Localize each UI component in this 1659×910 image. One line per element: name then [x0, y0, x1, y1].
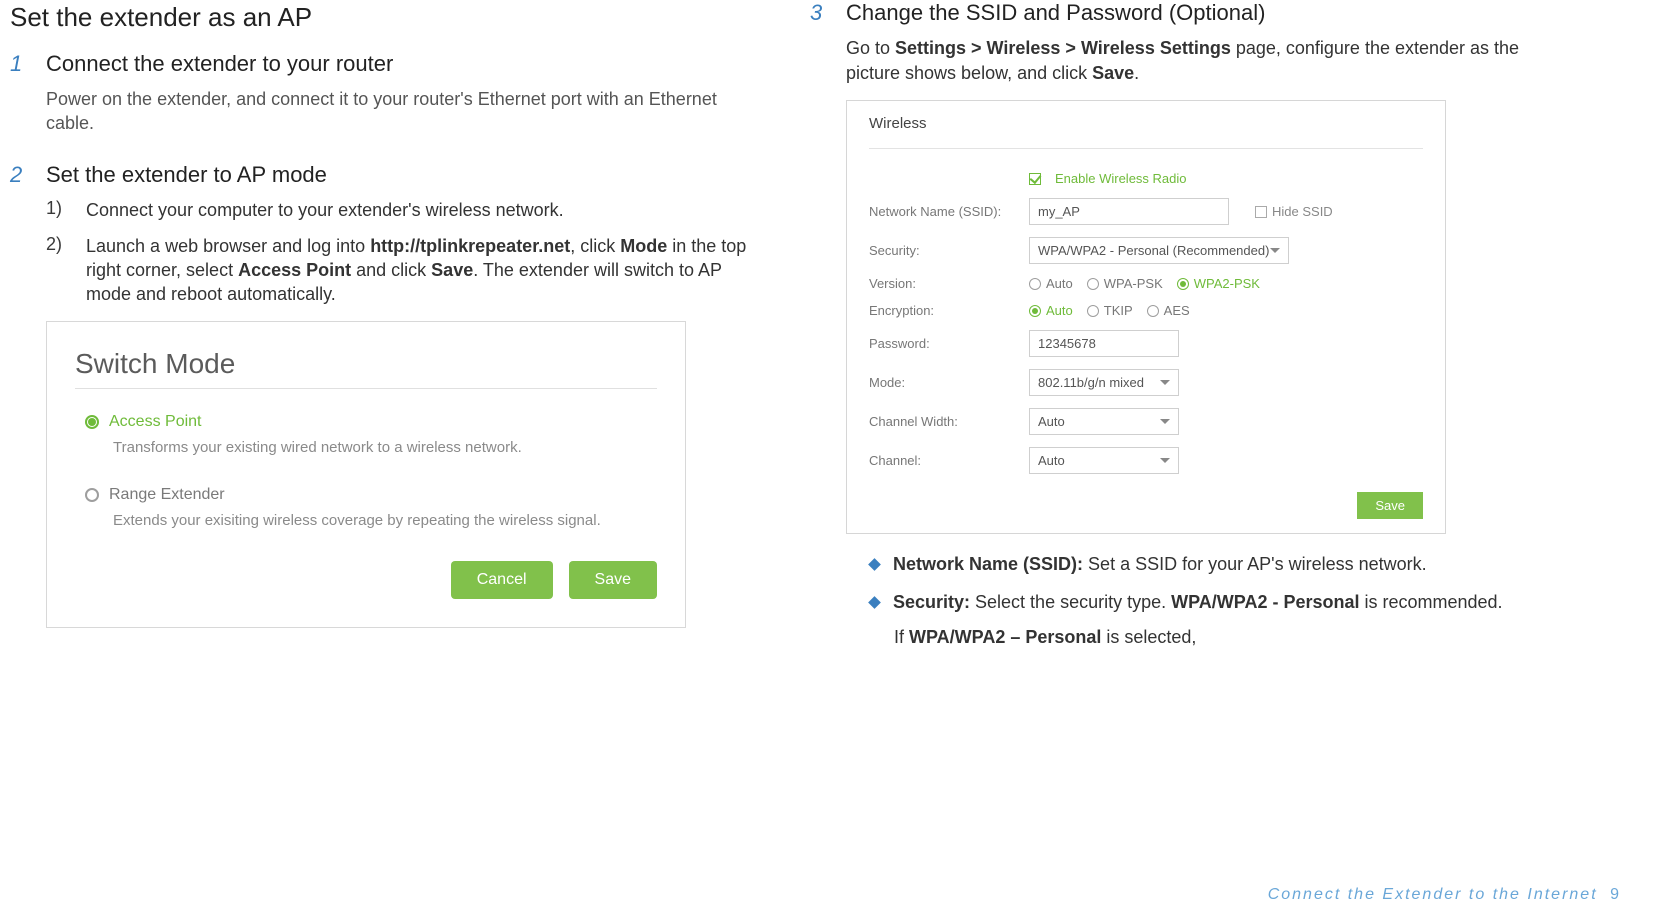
text: .	[1134, 63, 1139, 83]
chevron-down-icon	[1160, 380, 1170, 385]
channel-label: Channel:	[869, 453, 1029, 468]
security-select[interactable]: WPA/WPA2 - Personal (Recommended)	[1029, 237, 1289, 264]
note-security-label: Security:	[893, 592, 970, 612]
step-3-title: Change the SSID and Password (Optional)	[846, 0, 1550, 26]
version-auto-label: Auto	[1046, 276, 1073, 291]
step-2-title: Set the extender to AP mode	[46, 162, 750, 188]
mode-label: Mode:	[869, 375, 1029, 390]
step-number-2: 2	[10, 162, 28, 188]
enable-wireless-checkbox[interactable]	[1029, 173, 1041, 185]
radio-range-extender-desc: Extends your exisiting wireless coverage…	[113, 510, 657, 531]
text: Launch a web browser and log into	[86, 236, 370, 256]
hide-ssid-label: Hide SSID	[1272, 204, 1333, 219]
channel-width-label: Channel Width:	[869, 414, 1029, 429]
password-input[interactable]: 12345678	[1029, 330, 1179, 357]
checkbox-unchecked-icon	[1255, 206, 1267, 218]
wireless-heading: Wireless	[869, 115, 1423, 138]
text: If	[894, 627, 909, 647]
save-bold: Save	[1092, 63, 1134, 83]
step-3-desc: Go to Settings > Wireless > Wireless Set…	[846, 36, 1550, 86]
encryption-tkip-radio[interactable]: TKIP	[1087, 303, 1133, 318]
diamond-bullet-icon	[868, 596, 881, 609]
channel-value: Auto	[1038, 453, 1065, 468]
encryption-aes-label: AES	[1164, 303, 1190, 318]
note-security-strong: WPA/WPA2 - Personal	[1171, 592, 1359, 612]
text: , click	[570, 236, 620, 256]
encryption-aes-radio[interactable]: AES	[1147, 303, 1190, 318]
wireless-panel: Wireless Enable Wireless Radio Network N…	[846, 100, 1446, 534]
substep-2-1-num: 1)	[46, 198, 72, 222]
version-label: Version:	[869, 276, 1029, 291]
divider	[75, 388, 657, 389]
text: Go to	[846, 38, 895, 58]
radio-access-point[interactable]: Access Point	[85, 413, 657, 431]
chevron-down-icon	[1270, 248, 1280, 253]
cancel-button[interactable]: Cancel	[451, 561, 553, 599]
version-wpa-radio[interactable]: WPA-PSK	[1087, 276, 1163, 291]
mode-bold: Mode	[620, 236, 667, 256]
substep-2-1-text: Connect your computer to your extender's…	[86, 198, 750, 222]
note-security: Security: Select the security type. WPA/…	[893, 590, 1550, 615]
text: is recommended.	[1359, 592, 1502, 612]
substep-2-2-num: 2)	[46, 234, 72, 307]
chevron-down-icon	[1160, 458, 1170, 463]
security-value: WPA/WPA2 - Personal (Recommended)	[1038, 243, 1269, 258]
encryption-auto-label: Auto	[1046, 303, 1073, 318]
breadcrumb-path: Settings > Wireless > Wireless Settings	[895, 38, 1231, 58]
channel-select[interactable]: Auto	[1029, 447, 1179, 474]
url-text: http://tplinkrepeater.net	[370, 236, 570, 256]
radio-unselected-icon	[85, 488, 99, 502]
step-1-desc: Power on the extender, and connect it to…	[46, 87, 750, 136]
hide-ssid-checkbox[interactable]: Hide SSID	[1255, 204, 1333, 219]
save-button[interactable]: Save	[569, 561, 657, 599]
version-wpa2-label: WPA2-PSK	[1194, 276, 1260, 291]
channel-width-value: Auto	[1038, 414, 1065, 429]
text: Select the security type.	[970, 592, 1171, 612]
substep-2-2-text: Launch a web browser and log into http:/…	[86, 234, 750, 307]
password-label: Password:	[869, 336, 1029, 351]
save-bold: Save	[431, 260, 473, 280]
switch-mode-title: Switch Mode	[75, 348, 657, 380]
note-ssid-text: Set a SSID for your AP's wireless networ…	[1083, 554, 1427, 574]
step-number-1: 1	[10, 51, 28, 77]
security-label: Security:	[869, 243, 1029, 258]
note-security-sub-strong: WPA/WPA2 – Personal	[909, 627, 1101, 647]
switch-mode-figure: Switch Mode Access Point Transforms your…	[46, 321, 686, 628]
radio-access-point-label: Access Point	[109, 413, 201, 431]
encryption-auto-radio[interactable]: Auto	[1029, 303, 1073, 318]
note-ssid-label: Network Name (SSID):	[893, 554, 1083, 574]
page-number: 9	[1610, 886, 1619, 903]
ssid-input[interactable]: my_AP	[1029, 198, 1229, 225]
radio-access-point-desc: Transforms your existing wired network t…	[113, 437, 657, 458]
step-number-3: 3	[810, 0, 828, 26]
mode-value: 802.11b/g/n mixed	[1038, 375, 1144, 390]
channel-width-select[interactable]: Auto	[1029, 408, 1179, 435]
enable-wireless-label: Enable Wireless Radio	[1055, 171, 1187, 186]
version-wpa2-radio[interactable]: WPA2-PSK	[1177, 276, 1260, 291]
radio-selected-icon	[85, 415, 99, 429]
text: and click	[351, 260, 431, 280]
mode-select[interactable]: 802.11b/g/n mixed	[1029, 369, 1179, 396]
ap-bold: Access Point	[238, 260, 351, 280]
text: is selected,	[1101, 627, 1196, 647]
ssid-label: Network Name (SSID):	[869, 204, 1029, 219]
radio-range-extender[interactable]: Range Extender	[85, 486, 657, 504]
radio-range-extender-label: Range Extender	[109, 486, 225, 504]
encryption-tkip-label: TKIP	[1104, 303, 1133, 318]
version-auto-radio[interactable]: Auto	[1029, 276, 1073, 291]
section-title-ap: Set the extender as an AP	[10, 2, 750, 33]
diamond-bullet-icon	[868, 559, 881, 572]
encryption-label: Encryption:	[869, 303, 1029, 318]
wireless-save-button[interactable]: Save	[1357, 492, 1423, 519]
version-wpa-label: WPA-PSK	[1104, 276, 1163, 291]
step-1-title: Connect the extender to your router	[46, 51, 750, 77]
divider	[869, 148, 1423, 149]
page-footer: Connect the Extender to the Internet 9	[1268, 886, 1619, 904]
chevron-down-icon	[1160, 419, 1170, 424]
note-ssid: Network Name (SSID): Set a SSID for your…	[893, 552, 1550, 577]
footer-text: Connect the Extender to the Internet	[1268, 886, 1598, 903]
note-security-sub: If WPA/WPA2 – Personal is selected,	[894, 627, 1550, 648]
